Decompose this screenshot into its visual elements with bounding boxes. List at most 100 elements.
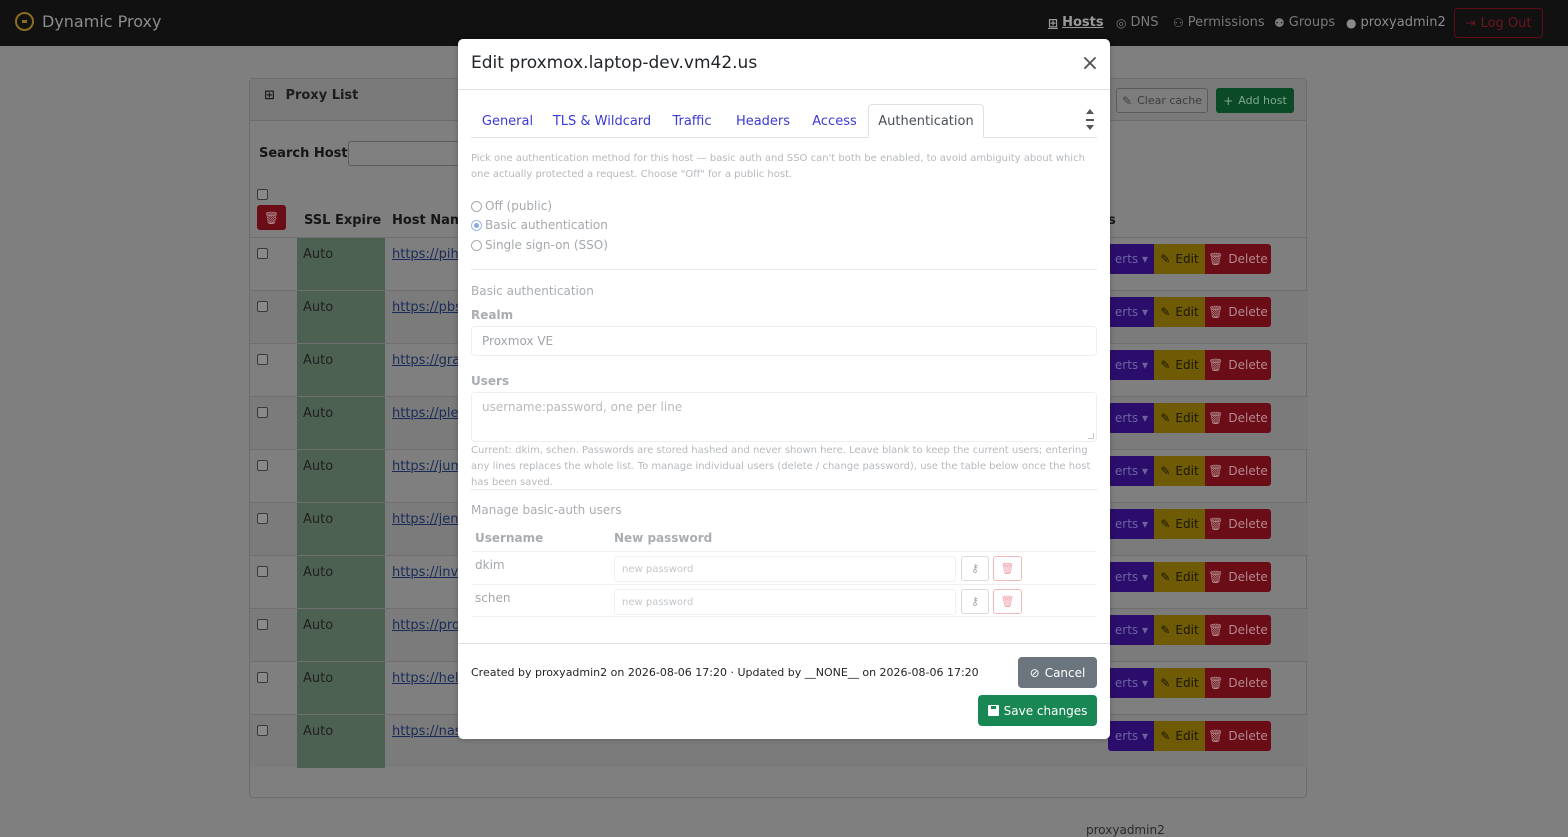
delete-button[interactable]: 🗑 Delete <box>1205 244 1271 274</box>
save-changes-button[interactable]: Save changes <box>978 695 1097 726</box>
edit-label: Edit <box>1175 305 1199 319</box>
certs-dropdown-button[interactable]: erts ▾ <box>1108 456 1154 486</box>
nav-permissions[interactable]: ⚇ Permissions <box>1173 15 1265 30</box>
row-checkbox[interactable] <box>257 672 268 683</box>
certs-dropdown-button[interactable]: erts ▾ <box>1108 509 1154 539</box>
radio-sso[interactable] <box>471 239 482 251</box>
method-sso[interactable]: Single sign-on (SSO) <box>471 238 608 252</box>
certs-label: erts <box>1114 464 1139 478</box>
edit-button[interactable]: ✎ Edit <box>1154 350 1205 380</box>
ssl-expire: Auto <box>303 353 334 368</box>
tab-traffic[interactable]: Traffic <box>662 104 722 138</box>
tab-headers[interactable]: Headers <box>727 104 799 138</box>
nav-user[interactable]: ● proxyadmin2 <box>1346 15 1446 30</box>
delete-button[interactable]: 🗑 Delete <box>1205 509 1271 539</box>
certs-dropdown-button[interactable]: erts ▾ <box>1108 668 1154 698</box>
row-checkbox[interactable] <box>257 301 268 312</box>
delete-user-button[interactable]: 🗑 <box>993 589 1022 614</box>
new-password-input[interactable]: new password <box>614 556 956 582</box>
brand[interactable]: Dynamic Proxy <box>15 12 161 31</box>
certs-dropdown-button[interactable]: erts ▾ <box>1108 244 1154 274</box>
host-link[interactable]: https://invo <box>392 565 466 580</box>
row-checkbox[interactable] <box>257 619 268 630</box>
logout-button[interactable]: ⇥ Log Out <box>1454 8 1543 38</box>
edit-button[interactable]: ✎ Edit <box>1154 562 1205 592</box>
host-link[interactable]: https://graf <box>392 353 465 368</box>
row-checkbox[interactable] <box>257 513 268 524</box>
users-label: Users <box>471 374 510 388</box>
modal-title: Edit proxmox.laptop-dev.vm42.us <box>471 53 758 73</box>
nav-hosts[interactable]: ⊞ Hosts <box>1048 15 1104 30</box>
tab-scroll-control[interactable] <box>1084 107 1096 135</box>
method-basic[interactable]: Basic authentication <box>471 218 608 232</box>
certs-dropdown-button[interactable]: erts ▾ <box>1108 615 1154 645</box>
delete-user-button[interactable]: 🗑 <box>993 556 1022 581</box>
tab-tls-wildcard[interactable]: TLS & Wildcard <box>548 104 656 138</box>
radio-off[interactable] <box>471 200 482 212</box>
row-actions: erts ▾ ✎ Edit 🗑 Delete <box>1108 456 1271 486</box>
change-password-button[interactable]: ⚷ <box>961 556 989 581</box>
search-input[interactable] <box>348 141 468 166</box>
tab-authentication[interactable]: Authentication <box>868 104 984 138</box>
password-placeholder: new password <box>622 563 694 575</box>
resize-handle-icon[interactable] <box>1088 433 1094 439</box>
method-off[interactable]: Off (public) <box>471 199 552 213</box>
certs-dropdown-button[interactable]: erts ▾ <box>1108 350 1154 380</box>
host-link[interactable]: https://prox <box>392 618 467 633</box>
delete-button[interactable]: 🗑 Delete <box>1205 297 1271 327</box>
realm-input[interactable]: Proxmox VE <box>471 326 1097 356</box>
edit-button[interactable]: ✎ Edit <box>1154 721 1205 751</box>
host-link[interactable]: https://plex <box>392 406 466 421</box>
radio-basic[interactable] <box>471 219 482 231</box>
select-all-checkbox[interactable] <box>257 189 268 200</box>
col-new-password: New password <box>614 531 713 545</box>
edit-button[interactable]: ✎ Edit <box>1154 456 1205 486</box>
delete-button[interactable]: 🗑 Delete <box>1205 721 1271 751</box>
change-password-button[interactable]: ⚷ <box>961 589 989 614</box>
col-ssl-expire: SSL Expire <box>304 213 382 228</box>
certs-dropdown-button[interactable]: erts ▾ <box>1108 721 1154 751</box>
certs-dropdown-button[interactable]: erts ▾ <box>1108 403 1154 433</box>
host-link[interactable]: https://jum <box>392 459 463 474</box>
edit-button[interactable]: ✎ Edit <box>1154 297 1205 327</box>
delete-button[interactable]: 🗑 Delete <box>1205 615 1271 645</box>
users-textarea[interactable]: username:password, one per line <box>471 392 1097 442</box>
edit-button[interactable]: ✎ Edit <box>1154 615 1205 645</box>
delete-button[interactable]: 🗑 Delete <box>1205 350 1271 380</box>
close-icon[interactable]: × <box>1080 53 1100 75</box>
edit-button[interactable]: ✎ Edit <box>1154 668 1205 698</box>
certs-dropdown-button[interactable]: erts ▾ <box>1108 562 1154 592</box>
new-password-input[interactable]: new password <box>614 589 956 615</box>
edit-label: Edit <box>1175 517 1199 531</box>
clear-cache-button[interactable]: ✎ Clear cache <box>1116 88 1208 113</box>
add-host-button[interactable]: + Add host <box>1216 88 1294 113</box>
trash-icon: 🗑 <box>1208 358 1224 372</box>
host-link[interactable]: https://pbs. <box>392 300 466 315</box>
row-checkbox[interactable] <box>257 725 268 736</box>
row-checkbox[interactable] <box>257 248 268 259</box>
host-link[interactable]: https://piho <box>392 247 467 262</box>
row-checkbox[interactable] <box>257 407 268 418</box>
row-checkbox[interactable] <box>257 460 268 471</box>
host-link[interactable]: https://help <box>392 671 467 686</box>
host-link[interactable]: https://jenk <box>392 512 466 527</box>
cancel-button[interactable]: ⊘ Cancel <box>1018 657 1097 688</box>
row-checkbox[interactable] <box>257 566 268 577</box>
logout-icon: ⇥ <box>1465 16 1476 30</box>
edit-button[interactable]: ✎ Edit <box>1154 509 1205 539</box>
cancel-label: Cancel <box>1044 665 1086 680</box>
tab-general[interactable]: General <box>471 104 544 138</box>
delete-button[interactable]: 🗑 Delete <box>1205 668 1271 698</box>
row-checkbox[interactable] <box>257 354 268 365</box>
delete-button[interactable]: 🗑 Delete <box>1205 456 1271 486</box>
tab-access[interactable]: Access <box>803 104 866 138</box>
host-link[interactable]: https://nas. <box>392 724 466 739</box>
edit-button[interactable]: ✎ Edit <box>1154 403 1205 433</box>
delete-button[interactable]: 🗑 Delete <box>1205 403 1271 433</box>
nav-dns[interactable]: ◎ DNS <box>1116 15 1158 30</box>
nav-groups[interactable]: ⚉ Groups <box>1274 15 1335 30</box>
edit-button[interactable]: ✎ Edit <box>1154 244 1205 274</box>
delete-button[interactable]: 🗑 Delete <box>1205 562 1271 592</box>
certs-dropdown-button[interactable]: erts ▾ <box>1108 297 1154 327</box>
bulk-delete-button[interactable]: 🗑 <box>257 205 286 230</box>
